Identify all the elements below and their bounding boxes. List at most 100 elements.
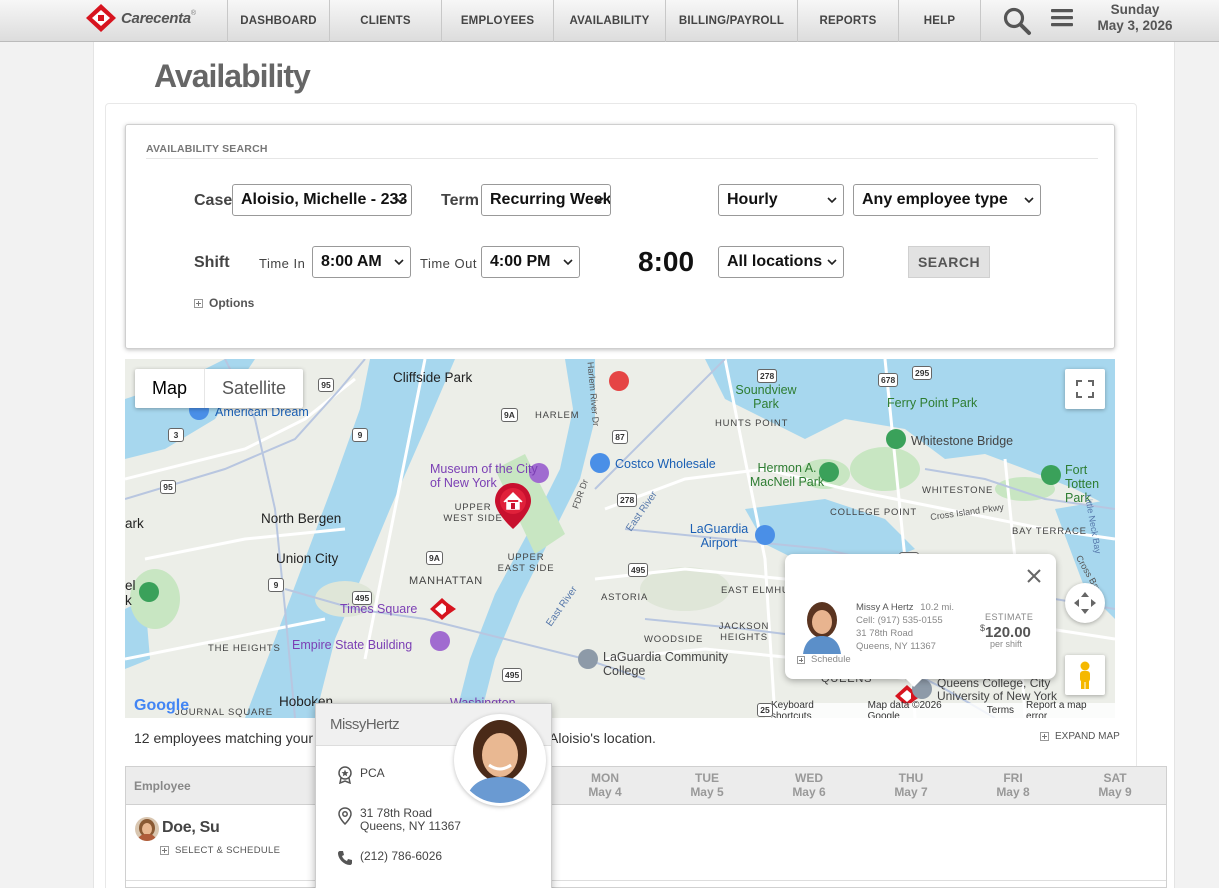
time-out-select-value: 4:00 PM — [490, 253, 551, 270]
hover-card-address-text: 31 78th Road Queens, NY 11367 — [360, 807, 461, 833]
current-date-day: Sunday — [1110, 2, 1160, 17]
info-employee-name: Missy A Hertz 10.2 mi. — [856, 602, 954, 613]
map-label-hermon-park: Hermon A. MacNeil Park — [749, 461, 825, 489]
route-shield: 495 — [628, 563, 649, 577]
day-header: TUE May 5 — [667, 771, 747, 799]
map-label-costco: Costco Wholesale — [615, 457, 716, 471]
expand-map-text: EXPAND MAP — [1055, 731, 1120, 742]
route-shield: 678 — [878, 373, 899, 387]
options-toggle[interactable]: Options — [194, 296, 254, 310]
hover-card-city: Queens, NY 11367 — [360, 819, 461, 833]
employee-type-select[interactable]: Any employee type — [853, 184, 1041, 216]
route-shield: 95 — [160, 480, 176, 494]
day-header-dow: SAT — [1103, 771, 1127, 785]
map-label-k: k — [125, 593, 132, 608]
table-header: Employee MON May 4 TUE May 5 WED May 6 T… — [126, 767, 1166, 805]
location-select[interactable]: All locations — [718, 246, 844, 278]
terms-link[interactable]: Terms — [987, 705, 1014, 716]
nav-tools — [980, 0, 1090, 42]
table-row: Doe, Su SELECT & SCHEDULE — [126, 805, 1166, 881]
nav-billing-payroll[interactable]: BILLING/PAYROLL — [665, 0, 797, 42]
map-label-harlem: HARLEM — [535, 410, 580, 421]
shift-label: Shift — [194, 254, 230, 271]
avatar — [135, 817, 159, 841]
route-shield: 278 — [617, 493, 638, 507]
route-shield: 9A — [501, 408, 518, 422]
google-logo[interactable]: Google — [134, 697, 189, 715]
select-and-schedule-link[interactable]: SELECT & SCHEDULE — [160, 845, 280, 856]
time-in-select[interactable]: 8:00 AM — [312, 246, 411, 278]
map-info-window: Missy A Hertz 10.2 mi. Cell: (917) 535-0… — [785, 554, 1056, 687]
keyboard-shortcuts-link[interactable]: Keyboard shortcuts — [771, 700, 856, 719]
nav-help[interactable]: HELP — [898, 0, 980, 42]
expand-plus-icon — [194, 298, 203, 308]
map-label-soundview-park: Soundview Park — [735, 383, 797, 411]
case-select[interactable]: Aloisio, Michelle - 233 — [232, 184, 412, 216]
fullscreen-button[interactable] — [1065, 369, 1105, 409]
map-type-satellite-button[interactable]: Satellite — [204, 369, 303, 408]
day-header: MON May 4 — [565, 771, 645, 799]
info-distance: 10.2 mi. — [920, 602, 954, 613]
route-shield: 87 — [612, 430, 628, 444]
hover-card-name: MissyHertz — [330, 716, 400, 733]
phone-icon — [338, 851, 352, 865]
nav-clients[interactable]: CLIENTS — [329, 0, 441, 42]
employee-name[interactable]: Doe, Su — [162, 819, 220, 837]
term-select[interactable]: Recurring Weekly — [481, 184, 611, 216]
divider — [146, 158, 1098, 159]
map-label-el: el — [125, 578, 136, 593]
street-view-pegman-button[interactable] — [1065, 655, 1105, 695]
camera-control-button[interactable] — [1065, 583, 1105, 623]
term-select-value: Recurring Weekly — [490, 191, 611, 208]
day-header: SAT May 9 — [1075, 771, 1155, 799]
day-header-dow: FRI — [1003, 771, 1023, 785]
map-label-jackson-heights: JACKSON HEIGHTS — [718, 621, 770, 643]
map-data-attribution: Map data ©2026 Google — [867, 699, 942, 719]
day-header-date: May 7 — [894, 785, 928, 799]
time-out-select[interactable]: 4:00 PM — [481, 246, 580, 278]
carecenta-logo[interactable]: Carecenta ® — [84, 3, 196, 33]
employee-hover-card: MissyHertz PCA 31 78th Road Queens, NY 1… — [315, 703, 552, 888]
map-label-whitestone: WHITESTONE — [922, 485, 994, 496]
report-map-error-link[interactable]: Report a map error — [1026, 700, 1109, 719]
current-date-full: May 3, 2026 — [1097, 18, 1173, 33]
nav-employees[interactable]: EMPLOYEES — [441, 0, 553, 42]
chevron-down-icon — [1024, 197, 1034, 204]
info-schedule-link[interactable]: Schedule — [797, 654, 851, 665]
rate-type-select[interactable]: Hourly — [718, 184, 844, 216]
nav-dashboard[interactable]: DASHBOARD — [227, 0, 329, 42]
day-header: WED May 6 — [769, 771, 849, 799]
map-label-hunts-point: HUNTS POINT — [715, 418, 789, 429]
page-title: Availability — [154, 58, 311, 94]
route-shield: 9 — [352, 428, 368, 442]
day-header-date: May 5 — [690, 785, 724, 799]
map-label-union-city: Union City — [276, 551, 339, 566]
carecenta-logo-icon — [84, 3, 118, 33]
expand-map-link[interactable]: EXPAND MAP — [1040, 731, 1120, 742]
employee-avatar — [797, 598, 847, 654]
day-header-dow: TUE — [695, 771, 719, 785]
nav-availability[interactable]: AVAILABILITY — [553, 0, 665, 42]
shift-duration: 8:00 — [638, 246, 695, 277]
top-navigation-bar: Carecenta ® DASHBOARD CLIENTS EMPLOYEES … — [0, 0, 1219, 42]
search-icon[interactable] — [1001, 5, 1033, 37]
nav-reports[interactable]: REPORTS — [797, 0, 898, 42]
close-icon[interactable] — [1026, 568, 1042, 584]
route-shield: 295 — [912, 366, 933, 380]
day-header-date: May 8 — [996, 785, 1030, 799]
map-attribution: Keyboard shortcuts Map data ©2026 Google… — [765, 699, 1115, 719]
info-cell: Cell: (917) 535-0155 — [856, 615, 943, 626]
logo-text: Carecenta — [121, 9, 191, 27]
hover-card-role: PCA — [336, 766, 385, 784]
chevron-down-icon — [563, 259, 573, 266]
map-label-museum: Museum of the City of New York — [430, 462, 538, 490]
current-date: Sunday May 3, 2026 — [1090, 2, 1180, 34]
hover-card-address: 31 78th Road Queens, NY 11367 — [336, 807, 461, 833]
map-label-upper-west-side: UPPER WEST SIDE — [443, 502, 503, 524]
hamburger-menu-icon[interactable] — [1051, 7, 1073, 29]
info-schedule-text: Schedule — [811, 654, 851, 665]
award-badge-icon — [338, 766, 352, 784]
route-shield: 278 — [757, 369, 778, 383]
search-button[interactable]: SEARCH — [908, 246, 990, 278]
map-type-map-button[interactable]: Map — [135, 369, 204, 408]
